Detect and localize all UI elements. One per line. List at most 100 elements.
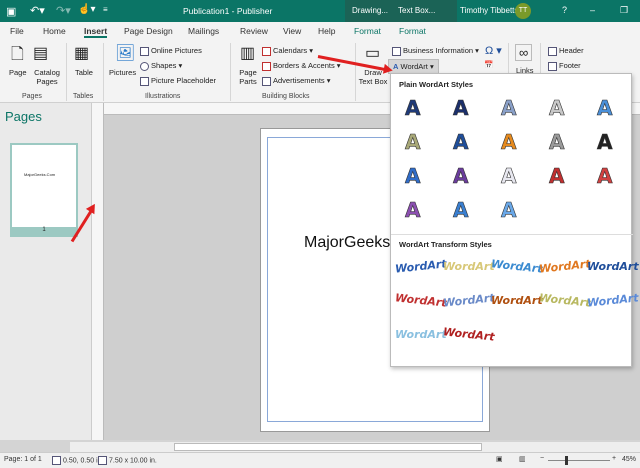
position-readout: 0.50, 0.50 in. (52, 456, 103, 465)
business-information-button[interactable]: Business Information ▾ (392, 46, 479, 56)
thumbnail-text: MajorGeeks.Com (24, 172, 56, 177)
page-button[interactable]: Page (9, 68, 27, 77)
save-icon[interactable]: ▣ (6, 5, 16, 18)
tab-format-textbox[interactable]: Format (399, 26, 426, 36)
draw-textbox-icon: ▭ (365, 45, 381, 62)
position-icon (52, 456, 61, 465)
calendars-button[interactable]: Calendars ▾ (262, 46, 313, 56)
plain-wordart-style[interactable]: A (597, 130, 613, 155)
symbol-button[interactable]: Ω ▾ (485, 44, 502, 57)
zoom-out-button[interactable]: − (540, 455, 544, 462)
page-indicator[interactable]: Page: 1 of 1 (4, 456, 42, 463)
scrollbar-thumb[interactable] (174, 443, 482, 451)
tab-mailings[interactable]: Mailings (188, 26, 219, 36)
catalog-pages-button[interactable]: Catalog Pages (32, 68, 62, 86)
plain-wordart-style[interactable]: A (501, 130, 517, 155)
business-info-icon (392, 46, 401, 56)
transform-wordart-style[interactable]: WordArt (394, 291, 447, 309)
wordart-button[interactable]: A WordArt ▾ (388, 59, 439, 74)
plain-wordart-style[interactable]: A (405, 130, 421, 155)
page-parts-icon: ▥ (240, 45, 256, 62)
pictures-button[interactable]: Pictures (109, 68, 136, 77)
plain-wordart-style[interactable]: A (405, 96, 421, 121)
header-button[interactable]: Header (548, 46, 584, 56)
minimize-button[interactable]: – (590, 5, 595, 15)
calendar-icon (262, 46, 271, 56)
context-tab-drawing[interactable]: Drawing... (352, 6, 388, 15)
transform-wordart-style[interactable]: WordArt (394, 257, 447, 275)
zoom-slider[interactable] (548, 460, 610, 461)
tab-file[interactable]: File (10, 26, 24, 36)
borders-accents-button[interactable]: Borders & Accents ▾ (262, 61, 341, 71)
advertisements-icon (262, 76, 271, 86)
plain-wordart-style[interactable]: A (549, 96, 565, 121)
page-parts-button[interactable]: Page Parts (236, 68, 260, 86)
plain-wordart-style[interactable]: A (453, 96, 469, 121)
picture-placeholder-button[interactable]: Picture Placeholder (140, 76, 216, 86)
group-pages: Pages (22, 93, 42, 100)
customize-toolbar-icon[interactable]: ≡ (103, 5, 108, 14)
footer-icon (548, 61, 557, 71)
vertical-ruler (92, 103, 104, 440)
help-button[interactable]: ? (562, 5, 567, 15)
plain-wordart-style[interactable]: A (597, 96, 613, 121)
tab-format-drawing[interactable]: Format (354, 26, 381, 36)
size-readout: 7.50 x 10.00 in. (98, 456, 157, 465)
advertisements-button[interactable]: Advertisements ▾ (262, 76, 331, 86)
touch-mode-icon[interactable]: ☝▾ (78, 4, 95, 15)
transform-wordart-style[interactable]: WordArt (442, 325, 495, 343)
date-time-icon[interactable]: 📅 (484, 60, 493, 69)
size-icon (98, 456, 107, 465)
zoom-level[interactable]: 45% (622, 456, 636, 463)
zoom-in-button[interactable]: + (612, 455, 616, 462)
transform-wordart-style[interactable]: WordArt (443, 260, 495, 273)
online-pictures-button[interactable]: Online Pictures (140, 46, 202, 56)
transform-wordart-style[interactable]: WordArt (587, 260, 639, 273)
single-page-view-icon[interactable]: ▣ (496, 455, 503, 463)
table-button[interactable]: Table (75, 68, 93, 77)
user-name[interactable]: Timothy Tibbetts (460, 6, 518, 15)
tab-help[interactable]: Help (318, 26, 335, 36)
footer-button[interactable]: Footer (548, 61, 581, 71)
transform-wordart-style[interactable]: WordArt (538, 291, 591, 309)
plain-wordart-style[interactable]: A (501, 164, 517, 189)
transform-wordart-style[interactable]: WordArt (395, 328, 447, 341)
tab-insert[interactable]: Insert (84, 26, 108, 38)
page-thumbnail[interactable]: MajorGeeks.Com (10, 143, 78, 237)
transform-wordart-style[interactable]: WordArt (442, 291, 495, 309)
plain-wordart-title: Plain WordArt Styles (399, 80, 474, 89)
tab-home[interactable]: Home (43, 26, 66, 36)
plain-wordart-style[interactable]: A (549, 130, 565, 155)
window-title: Publication1 - Publisher (183, 6, 273, 16)
tab-review[interactable]: Review (240, 26, 268, 36)
group-illustrations: Illustrations (145, 93, 181, 100)
transform-wordart-style[interactable]: WordArt (586, 291, 639, 309)
pictures-icon: 🖼 (115, 45, 136, 62)
zoom-slider-thumb[interactable] (565, 456, 568, 465)
horizontal-scrollbar[interactable] (70, 442, 640, 452)
plain-wordart-style[interactable]: A (453, 130, 469, 155)
plain-wordart-style[interactable]: A (501, 96, 517, 121)
plain-wordart-style[interactable]: A (405, 198, 421, 223)
plain-wordart-style[interactable]: A (597, 164, 613, 189)
avatar[interactable]: TT (515, 3, 531, 19)
transform-wordart-title: WordArt Transform Styles (399, 240, 492, 249)
online-pictures-icon (140, 46, 149, 56)
plain-wordart-style[interactable]: A (405, 164, 421, 189)
plain-wordart-style[interactable]: A (501, 198, 517, 223)
transform-wordart-style[interactable]: WordArt (491, 294, 543, 307)
transform-wordart-style[interactable]: WordArt (490, 257, 543, 275)
plain-wordart-style[interactable]: A (453, 198, 469, 223)
redo-icon[interactable]: ↷▾ (56, 4, 71, 17)
transform-wordart-style[interactable]: WordArt (538, 257, 591, 275)
two-page-view-icon[interactable]: ▥ (519, 455, 526, 463)
undo-icon[interactable]: ↶▾ (30, 4, 45, 17)
tab-view[interactable]: View (283, 26, 301, 36)
document-text[interactable]: MajorGeeks (304, 234, 390, 252)
shapes-button[interactable]: Shapes ▾ (140, 61, 182, 71)
tab-page-design[interactable]: Page Design (124, 26, 173, 36)
context-tab-textbox[interactable]: Text Box... (398, 6, 435, 15)
plain-wordart-style[interactable]: A (549, 164, 565, 189)
restore-button[interactable]: ❐ (620, 5, 628, 16)
plain-wordart-style[interactable]: A (453, 164, 469, 189)
